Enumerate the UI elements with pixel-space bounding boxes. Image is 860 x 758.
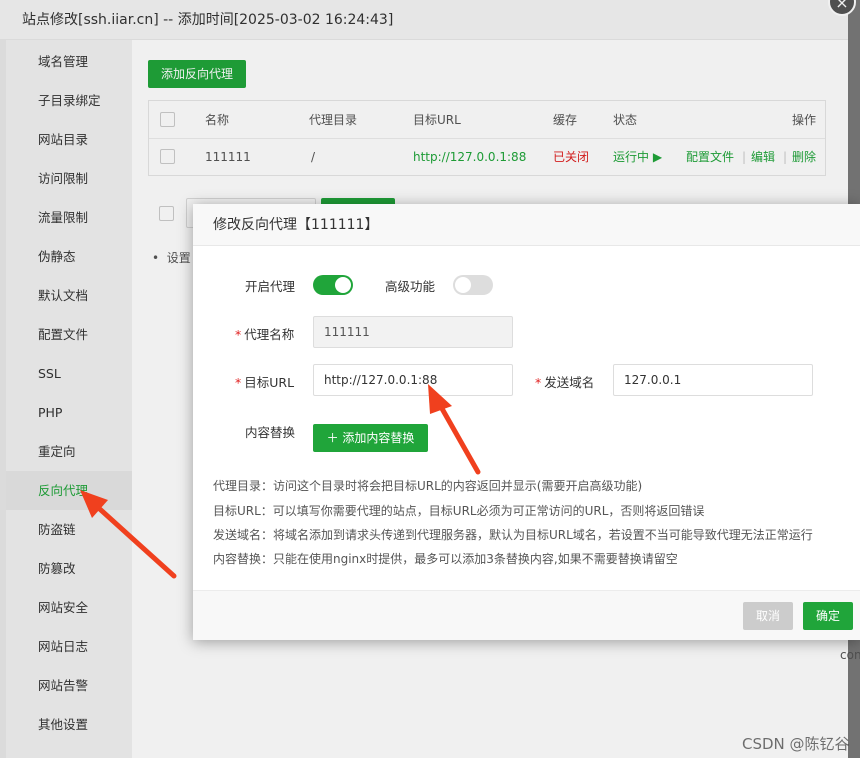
send-domain-label: * 发送域名 <box>535 375 595 390</box>
modal-title: 修改反向代理【111111】 <box>193 204 860 246</box>
required-mark: * <box>535 375 542 390</box>
help-line: 发送域名：将域名添加到请求头传递到代理服务器，默认为目标URL域名，若设置不当可… <box>213 528 813 542</box>
cancel-button[interactable]: 取消 <box>743 602 793 630</box>
enable-proxy-label: 开启代理 <box>245 279 296 294</box>
send-domain-input[interactable]: 127.0.0.1 <box>613 364 813 396</box>
advanced-toggle[interactable] <box>453 275 493 295</box>
target-url-label: * 目标URL <box>235 375 295 390</box>
toggle-knob <box>335 277 351 293</box>
required-mark: * <box>235 375 242 390</box>
help-line: 目标URL：可以填写你需要代理的站点，目标URL必须为可正常访问的URL，否则将… <box>213 504 705 518</box>
plus-icon: ＋ <box>326 431 343 445</box>
toggle-knob <box>455 277 471 293</box>
add-replace-button[interactable]: ＋ 添加内容替换 <box>313 424 428 452</box>
help-line: 内容替换：只能在使用nginx时提供，最多可以添加3条替换内容,如果不需要替换请… <box>213 552 678 566</box>
content-replace-label: 内容替换 <box>245 425 296 440</box>
edit-proxy-modal: 修改反向代理【111111】 开启代理 高级功能 * 代理名称 111111 * 目… <box>193 204 860 640</box>
help-line: 代理目录：访问这个目录时将会把目标URL的内容返回并显示(需要开启高级功能) <box>213 479 643 493</box>
confirm-button[interactable]: 确定 <box>803 602 853 630</box>
modal-footer: 取消 确定 <box>193 590 860 640</box>
target-url-input[interactable]: http://127.0.0.1:88 <box>313 364 513 396</box>
enable-proxy-toggle[interactable] <box>313 275 353 295</box>
required-mark: * <box>235 327 242 342</box>
watermark: CSDN @陈钇谷 <box>742 735 850 753</box>
advanced-label: 高级功能 <box>385 279 436 294</box>
proxy-name-label: * 代理名称 <box>235 327 295 342</box>
proxy-name-input[interactable]: 111111 <box>313 316 513 348</box>
